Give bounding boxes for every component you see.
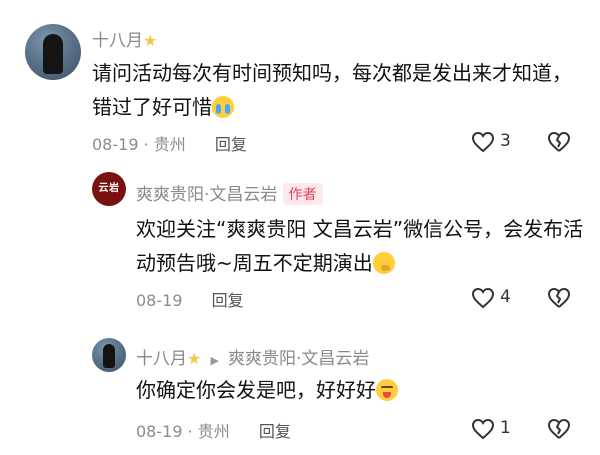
dislike-button[interactable]	[547, 131, 571, 153]
broken-heart-icon	[548, 132, 570, 152]
avatar[interactable]	[92, 338, 126, 372]
comment-text: 请问活动每次有时间预知吗，每次都是发出来才知道，错过了好可惜	[92, 56, 582, 124]
reply-button[interactable]: 回复	[259, 422, 291, 441]
broken-heart-icon	[548, 288, 570, 308]
reply-meta: 08-19 · 贵州 回复	[136, 418, 291, 442]
separator-dot: ·	[187, 422, 193, 441]
reply-body: 你确定你会发是吧，好好好	[136, 378, 376, 402]
like-count: 1	[500, 418, 511, 438]
separator-dot: ·	[143, 135, 149, 154]
reply-to-username[interactable]: 爽爽贵阳·文昌云岩	[228, 349, 369, 369]
avatar[interactable]	[25, 24, 81, 80]
username[interactable]: 爽爽贵阳·文昌云岩	[136, 185, 277, 205]
avatar[interactable]: 云岩	[92, 172, 126, 206]
reply-date: 08-19	[136, 422, 183, 441]
comment-date: 08-19	[92, 135, 139, 154]
username[interactable]: 十八月	[136, 349, 187, 369]
avatar-figure	[43, 34, 63, 74]
reply-meta: 08-19 回复	[136, 287, 244, 311]
reply-body: 欢迎关注“爽爽贵阳 文昌云岩”微信公号，会发布活动预告哦~周五不定期演出	[136, 217, 584, 275]
comment-body: 请问活动每次有时间预知吗，每次都是发出来才知道，错过了好可惜	[92, 61, 572, 119]
play-triangle-icon: ▶	[210, 354, 219, 367]
comment-location: 贵州	[153, 135, 186, 154]
heart-outline-icon	[471, 287, 495, 309]
winking-tongue-face-emoji-icon	[376, 379, 398, 401]
crying-face-emoji-icon	[212, 96, 234, 118]
heart-outline-icon	[471, 131, 495, 153]
star-icon: ★	[143, 31, 158, 50]
reply-header: 十八月★ ▶ 爽爽贵阳·文昌云岩	[136, 344, 369, 369]
like-count: 4	[500, 287, 511, 307]
author-badge: 作者	[282, 183, 323, 205]
thinking-face-emoji-icon	[372, 252, 395, 274]
heart-outline-icon	[471, 418, 495, 440]
reply-date: 08-19	[136, 291, 183, 310]
reply-button[interactable]: 回复	[212, 291, 244, 310]
like-button[interactable]	[471, 287, 495, 309]
avatar-figure	[103, 344, 115, 368]
reply-header: 爽爽贵阳·文昌云岩 作者	[136, 180, 323, 205]
reply-location: 贵州	[197, 422, 230, 441]
reply-text: 欢迎关注“爽爽贵阳 文昌云岩”微信公号，会发布活动预告哦~周五不定期演出	[136, 212, 586, 280]
comment-meta: 08-19 · 贵州 回复	[92, 131, 247, 155]
like-count: 3	[500, 131, 511, 151]
like-button[interactable]	[471, 131, 495, 153]
comment-header: 十八月★	[92, 26, 157, 51]
dislike-button[interactable]	[547, 287, 571, 309]
reply-text: 你确定你会发是吧，好好好	[136, 373, 398, 407]
star-icon: ★	[187, 349, 202, 368]
like-button[interactable]	[471, 418, 495, 440]
username[interactable]: 十八月	[92, 31, 143, 51]
reply-button[interactable]: 回复	[215, 135, 247, 154]
broken-heart-icon	[548, 419, 570, 439]
dislike-button[interactable]	[547, 418, 571, 440]
